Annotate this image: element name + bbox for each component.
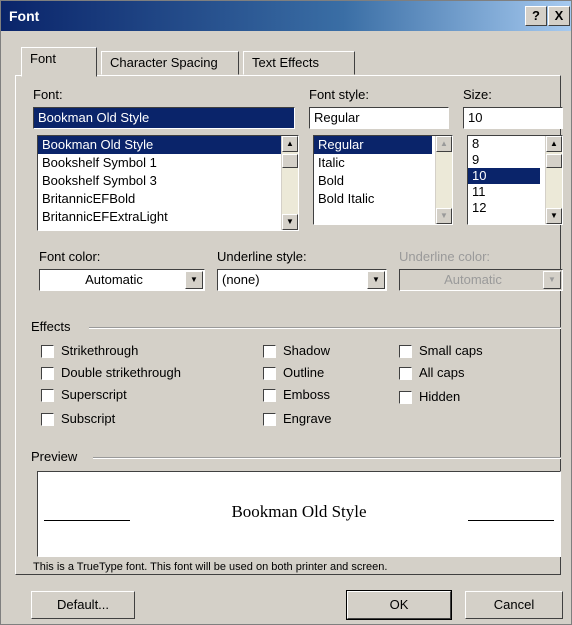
font-color-label: Font color: — [39, 249, 101, 264]
tab-text-effects[interactable]: Text Effects — [243, 51, 355, 75]
checkbox-label: Subscript — [61, 411, 116, 426]
checkbox-box[interactable] — [263, 367, 276, 380]
font-color-value: Automatic — [85, 272, 143, 287]
scroll-up-icon[interactable]: ▲ — [282, 136, 298, 152]
checkbox-label: Engrave — [283, 411, 332, 426]
tab-font[interactable]: Font — [21, 47, 97, 77]
chevron-down-icon[interactable]: ▼ — [185, 271, 203, 289]
list-item[interactable]: Bold — [314, 172, 452, 190]
checkbox-label: Strikethrough — [61, 343, 139, 358]
checkbox-label: Hidden — [419, 389, 461, 404]
list-item[interactable]: BritannicEFExtraLight — [38, 208, 298, 226]
font-list-scrollbar[interactable]: ▲ ▼ — [281, 136, 298, 230]
size-value: 10 — [468, 110, 483, 125]
chevron-down-icon: ▼ — [543, 271, 561, 289]
scroll-thumb[interactable] — [282, 154, 298, 168]
scroll-up-icon[interactable]: ▲ — [436, 136, 452, 152]
size-list-scrollbar[interactable]: ▲ ▼ — [545, 136, 562, 224]
checkbox-box[interactable] — [399, 345, 412, 358]
checkbox-box[interactable] — [399, 367, 412, 380]
preview-divider — [93, 457, 561, 459]
checkbox-label: Superscript — [61, 387, 127, 402]
font-info-note: This is a TrueType font. This font will … — [33, 561, 388, 573]
checkbox-box[interactable] — [263, 389, 276, 402]
dialog-title: Font — [9, 8, 40, 24]
checkbox-label: All caps — [419, 365, 465, 380]
underline-style-label: Underline style: — [217, 249, 307, 264]
checkbox-box[interactable] — [41, 389, 54, 402]
ok-button[interactable]: OK — [346, 590, 452, 620]
title-bar[interactable]: Font ? X — [1, 1, 571, 31]
chevron-down-icon[interactable]: ▼ — [367, 271, 385, 289]
font-color-combo[interactable]: Automatic ▼ — [39, 269, 205, 291]
scroll-down-icon[interactable]: ▼ — [436, 208, 452, 224]
checkbox-box[interactable] — [263, 345, 276, 358]
font-name-value: Bookman Old Style — [38, 110, 150, 125]
list-item[interactable]: Bookshelf Symbol 3 — [38, 172, 298, 190]
size-input[interactable]: 10 — [463, 107, 563, 129]
underline-style-value: (none) — [222, 272, 260, 287]
size-label: Size: — [463, 87, 492, 102]
scroll-up-icon[interactable]: ▲ — [546, 136, 562, 152]
font-style-input[interactable]: Regular — [309, 107, 449, 129]
underline-color-combo: Automatic ▼ — [399, 269, 563, 291]
size-list[interactable]: 8 9 10 11 12 ▲ ▼ — [467, 135, 563, 225]
close-button[interactable]: X — [548, 6, 570, 26]
default-button[interactable]: Default... — [31, 591, 135, 619]
effects-label: Effects — [31, 319, 71, 334]
font-style-list[interactable]: Regular Italic Bold Bold Italic ▲ ▼ — [313, 135, 453, 225]
list-item[interactable]: Regular — [314, 136, 432, 154]
underline-color-label: Underline color: — [399, 249, 491, 264]
checkbox-box[interactable] — [41, 345, 54, 358]
checkbox-box[interactable] — [399, 391, 412, 404]
checkbox-label: Shadow — [283, 343, 330, 358]
preview-text: Bookman Old Style — [231, 502, 367, 521]
checkbox-box[interactable] — [41, 367, 54, 380]
checkbox-box[interactable] — [41, 413, 54, 426]
font-style-label: Font style: — [309, 87, 369, 102]
underline-color-value: Automatic — [444, 272, 502, 287]
font-list[interactable]: Bookman Old Style Bookshelf Symbol 1 Boo… — [37, 135, 299, 231]
list-item[interactable]: Bookman Old Style — [38, 136, 298, 154]
font-name-input[interactable]: Bookman Old Style — [33, 107, 295, 129]
checkbox-label: Outline — [283, 365, 325, 380]
font-label: Font: — [33, 87, 63, 102]
preview-baseline-right — [468, 520, 554, 521]
list-item[interactable]: Bold Italic — [314, 190, 452, 208]
help-button[interactable]: ? — [525, 6, 547, 26]
checkbox-label: Small caps — [419, 343, 483, 358]
checkbox-label: Double strikethrough — [61, 365, 181, 380]
list-item[interactable]: Italic — [314, 154, 452, 172]
scroll-down-icon[interactable]: ▼ — [282, 214, 298, 230]
list-item[interactable]: 10 — [468, 168, 540, 184]
font-dialog: Font ? X Font Character Spacing Text Eff… — [0, 0, 572, 625]
scroll-thumb[interactable] — [546, 154, 562, 168]
checkbox-label: Emboss — [283, 387, 330, 402]
list-item[interactable]: Bookshelf Symbol 1 — [38, 154, 298, 172]
font-style-value: Regular — [314, 110, 360, 125]
tab-character-spacing[interactable]: Character Spacing — [101, 51, 239, 75]
underline-style-combo[interactable]: (none) ▼ — [217, 269, 387, 291]
preview-box: Bookman Old Style — [37, 471, 561, 557]
scroll-down-icon[interactable]: ▼ — [546, 208, 562, 224]
checkbox-box[interactable] — [263, 413, 276, 426]
preview-label: Preview — [31, 449, 78, 464]
font-style-scrollbar[interactable]: ▲ ▼ — [435, 136, 452, 224]
list-item[interactable]: BritannicEFBold — [38, 190, 298, 208]
cancel-button[interactable]: Cancel — [465, 591, 563, 619]
effects-divider — [89, 327, 561, 329]
